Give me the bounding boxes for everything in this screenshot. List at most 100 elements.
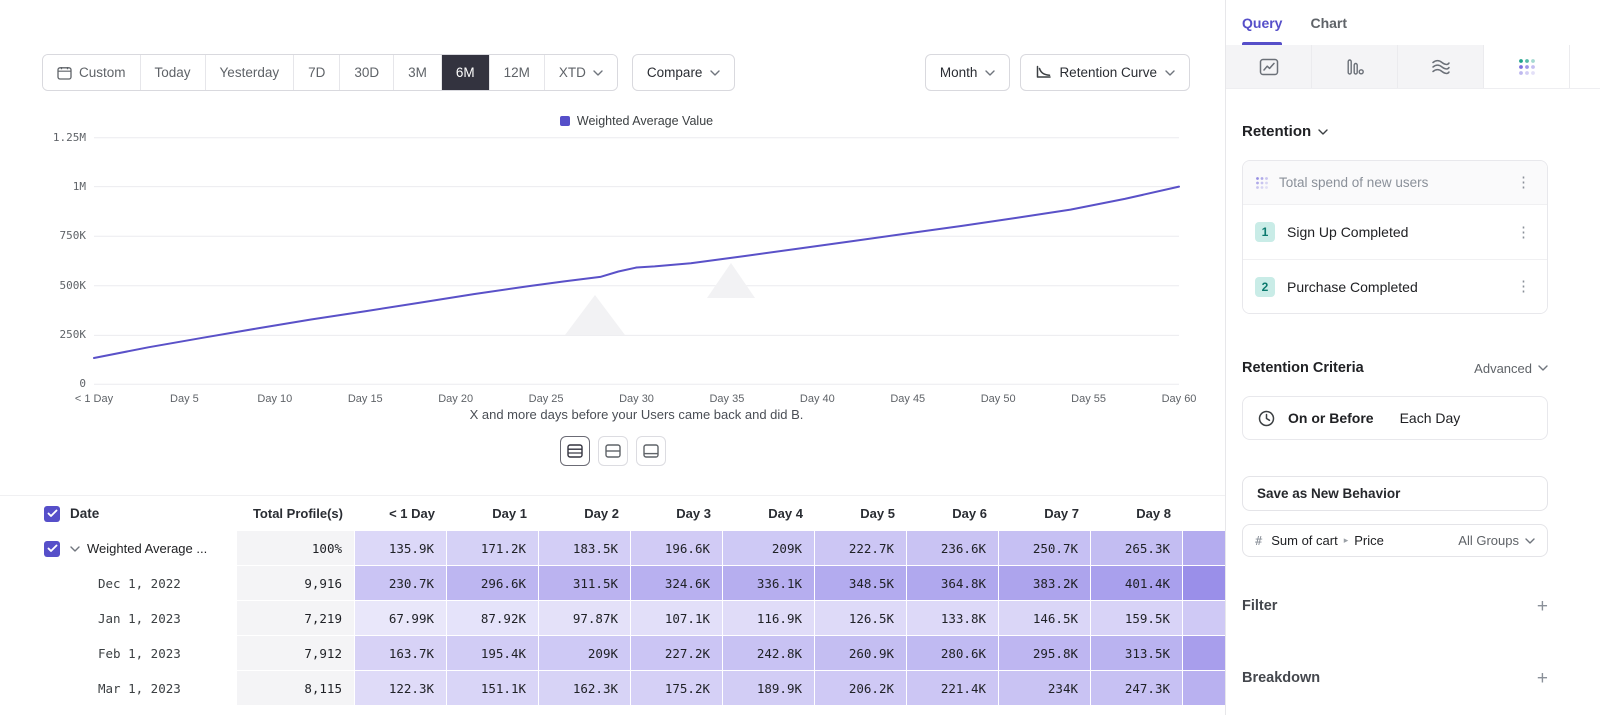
check-icon (47, 509, 58, 518)
retention-value-cell[interactable]: 195.4K (447, 636, 539, 671)
compare-button[interactable]: Compare (632, 54, 736, 91)
insights-report-tab[interactable] (1226, 45, 1312, 88)
retention-value-cell[interactable]: 230.7K (355, 566, 447, 601)
retention-value-cell[interactable]: 146.5K (999, 601, 1091, 636)
column-header-day: Day 8 (1091, 496, 1183, 531)
range-label: Today (155, 65, 191, 80)
retention-value-cell[interactable]: 196.6K (631, 531, 723, 566)
add-filter-button[interactable]: + (1537, 597, 1548, 616)
behavior-step[interactable]: 2Purchase Completed⋮ (1243, 259, 1547, 313)
retention-value-cell[interactable]: 348.5K (815, 566, 907, 601)
retention-value-cell[interactable]: 296.6K (447, 566, 539, 601)
retention-value-cell[interactable]: 280.6K (907, 636, 999, 671)
retention-value-cell[interactable]: 107.1K (631, 601, 723, 636)
retention-value-cell[interactable]: 313.5K (1091, 636, 1183, 671)
retention-value-cell[interactable]: 222.7K (815, 531, 907, 566)
chart-legend[interactable]: Weighted Average Value (94, 114, 1179, 128)
retention-value-cell[interactable]: 163.7K (355, 636, 447, 671)
kebab-menu-icon[interactable]: ⋮ (1512, 173, 1535, 192)
save-behavior-button[interactable]: Save as New Behavior (1242, 476, 1548, 511)
retention-value-cell[interactable]: 260.9K (815, 636, 907, 671)
chart-type-button[interactable]: Retention Curve (1020, 54, 1190, 91)
retention-value-cell[interactable]: 311.5K (539, 566, 631, 601)
retention-value-cell[interactable]: 221.4K (907, 671, 999, 706)
report-section-dropdown[interactable]: Retention (1242, 123, 1328, 140)
behavior-header[interactable]: Total spend of new users ⋮ (1243, 161, 1547, 205)
range-button-30d[interactable]: 30D (340, 55, 394, 90)
retention-value-cell[interactable]: 67.99K (355, 601, 447, 636)
kebab-menu-icon[interactable]: ⋮ (1512, 223, 1535, 242)
range-label: 3M (408, 65, 427, 80)
layout-toggle-table-only[interactable] (636, 436, 666, 466)
retention-value-cell[interactable]: 87.92K (447, 601, 539, 636)
retention-criteria-card[interactable]: On or Before Each Day (1242, 396, 1548, 440)
retention-value-cell[interactable]: 209K (723, 531, 815, 566)
row-pad (0, 531, 44, 566)
funnels-report-tab[interactable] (1312, 45, 1398, 88)
retention-value-cell[interactable]: 234K (999, 671, 1091, 706)
retention-value-cell[interactable]: 162.3K (539, 671, 631, 706)
chart-type-label: Retention Curve (1059, 65, 1157, 80)
add-breakdown-button[interactable]: + (1537, 669, 1548, 688)
retention-value-cell[interactable]: 383.2K (999, 566, 1091, 601)
total-profiles-cell: 7,219 (237, 601, 355, 636)
range-button-today[interactable]: Today (141, 55, 206, 90)
retention-value-cell[interactable]: 336.1K (723, 566, 815, 601)
x-axis-label: Day 60 (1162, 393, 1197, 405)
advanced-dropdown[interactable]: Advanced (1474, 361, 1548, 376)
retention-report-tab[interactable] (1484, 45, 1570, 88)
expand-chevron-icon[interactable] (70, 546, 80, 552)
range-button-yesterday[interactable]: Yesterday (206, 55, 295, 90)
measure-row[interactable]: # Sum of cart ▸ Price All Groups (1242, 524, 1548, 557)
range-button-12m[interactable]: 12M (490, 55, 545, 90)
retention-value-cell[interactable]: 247.3K (1091, 671, 1183, 706)
retention-value-cell[interactable]: 295.8K (999, 636, 1091, 671)
retention-value-cell[interactable]: 242.8K (723, 636, 815, 671)
retention-value-cell[interactable]: 159.5K (1091, 601, 1183, 636)
range-button-custom[interactable]: Custom (43, 55, 141, 90)
range-button-3m[interactable]: 3M (394, 55, 442, 90)
retention-value-cell[interactable]: 133.8K (907, 601, 999, 636)
retention-value-cell[interactable]: 116.9K (723, 601, 815, 636)
kebab-menu-icon[interactable]: ⋮ (1512, 277, 1535, 296)
range-button-xtd[interactable]: XTD (545, 55, 617, 90)
tab-chart[interactable]: Chart (1310, 0, 1347, 45)
retention-value-cell[interactable]: 265.3K (1091, 531, 1183, 566)
row-checkbox[interactable] (44, 541, 60, 557)
retention-value-cell[interactable]: 209K (539, 636, 631, 671)
retention-value-cell[interactable]: 189.9K (723, 671, 815, 706)
query-sidebar: Query Chart Retention Total spend of new … (1225, 0, 1600, 715)
range-button-6m[interactable]: 6M (442, 55, 490, 90)
select-all-checkbox[interactable] (44, 506, 60, 522)
retention-value-cell[interactable]: 227.2K (631, 636, 723, 671)
flows-report-tab[interactable] (1398, 45, 1484, 88)
retention-value-cell[interactable]: 97.87K (539, 601, 631, 636)
retention-value-cell[interactable]: 175.2K (631, 671, 723, 706)
retention-value-cell[interactable]: 250.7K (999, 531, 1091, 566)
tab-query[interactable]: Query (1242, 0, 1282, 45)
chevron-down-icon (70, 546, 80, 552)
compare-label: Compare (647, 65, 703, 80)
retention-value-cell[interactable]: 151.1K (447, 671, 539, 706)
range-label: 30D (354, 65, 379, 80)
retention-value-cell[interactable]: 236.6K (907, 531, 999, 566)
retention-value-cell[interactable]: 364.8K (907, 566, 999, 601)
check-icon (47, 544, 58, 553)
layout-toggle-split[interactable] (560, 436, 590, 466)
x-axis-label: Day 45 (890, 393, 925, 405)
retention-value-cell[interactable]: 401.4K (1091, 566, 1183, 601)
retention-value-cell[interactable]: 126.5K (815, 601, 907, 636)
retention-value-cell[interactable]: 122.3K (355, 671, 447, 706)
retention-value-cell[interactable]: 324.6K (631, 566, 723, 601)
range-label: 12M (504, 65, 530, 80)
range-button-7d[interactable]: 7D (294, 55, 340, 90)
retention-value-cell[interactable]: 206.2K (815, 671, 907, 706)
granularity-button[interactable]: Month (925, 54, 1011, 91)
behavior-step[interactable]: 1Sign Up Completed⋮ (1243, 205, 1547, 259)
retention-value-cell[interactable]: 135.9K (355, 531, 447, 566)
layout-toggle-chart-only[interactable] (598, 436, 628, 466)
retention-value-cell[interactable]: 171.2K (447, 531, 539, 566)
groups-dropdown[interactable]: All Groups (1458, 533, 1535, 548)
retention-icon (1517, 57, 1537, 77)
retention-value-cell[interactable]: 183.5K (539, 531, 631, 566)
